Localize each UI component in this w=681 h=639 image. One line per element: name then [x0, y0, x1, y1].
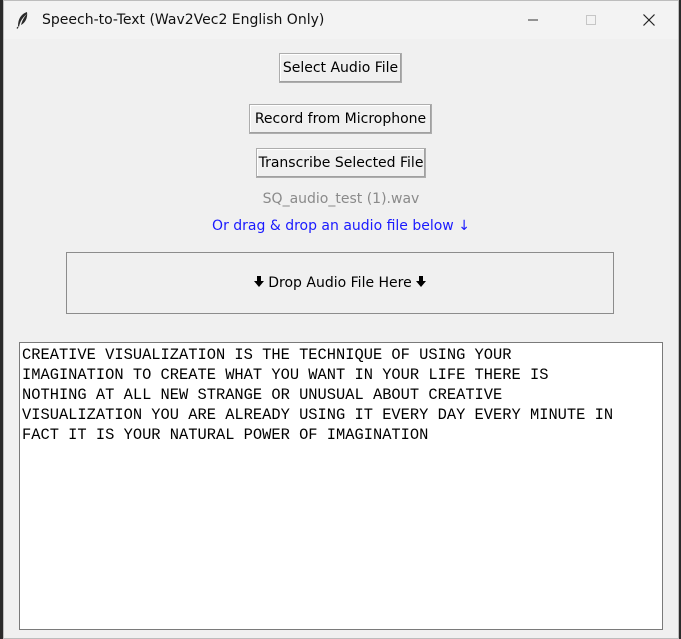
close-button[interactable]	[620, 1, 678, 39]
transcript-textbox[interactable]: CREATIVE VISUALIZATION IS THE TECHNIQUE …	[19, 342, 663, 630]
drag-drop-hint: Or drag & drop an audio file below ↓	[212, 218, 470, 234]
transcribe-selected-file-button[interactable]: Transcribe Selected File	[256, 148, 426, 178]
select-audio-file-button[interactable]: Select Audio File	[279, 53, 402, 83]
record-from-microphone-button[interactable]: Record from Microphone	[249, 104, 432, 134]
maximize-button[interactable]	[562, 1, 620, 39]
selected-file-label: SQ_audio_test (1).wav	[262, 191, 420, 207]
drop-zone[interactable]: Drop Audio File Here	[66, 252, 614, 314]
minimize-icon	[528, 19, 538, 21]
minimize-button[interactable]	[504, 1, 562, 39]
down-arrow-icon	[254, 276, 265, 290]
window-controls	[504, 1, 678, 39]
app-window: Speech-to-Text (Wav2Vec2 English Only) S…	[3, 0, 679, 639]
maximize-icon	[586, 15, 596, 25]
title-bar[interactable]: Speech-to-Text (Wav2Vec2 English Only)	[4, 1, 678, 39]
drop-zone-label: Drop Audio File Here	[268, 275, 412, 291]
down-arrow-icon	[415, 276, 426, 290]
window-title: Speech-to-Text (Wav2Vec2 English Only)	[42, 12, 325, 28]
feather-icon	[14, 11, 32, 29]
close-icon	[643, 14, 655, 26]
